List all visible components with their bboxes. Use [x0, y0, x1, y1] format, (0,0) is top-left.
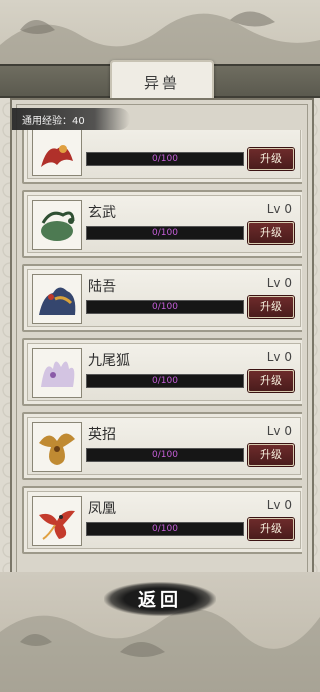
progress-text: 0/100: [152, 524, 178, 534]
beast-list[interactable]: 0/100 升级 玄武 Lv 0 0/100 升级 陆吾 Lv 0 0/100 …: [22, 130, 302, 570]
progress-bar: 0/100: [86, 448, 244, 462]
progress-text: 0/100: [152, 154, 178, 164]
ninetail-fox-portrait-icon: [41, 361, 75, 387]
upgrade-button[interactable]: 升级: [248, 222, 294, 244]
beast-thumbnail: [32, 496, 82, 546]
beast-portrait-icon: [41, 145, 73, 167]
progress-bar: 0/100: [86, 152, 244, 166]
beast-name: 玄武: [88, 205, 116, 221]
progress-bar: 0/100: [86, 300, 244, 314]
beast-thumbnail: [32, 130, 82, 176]
beast-name: 陆吾: [88, 279, 116, 295]
beast-name: 九尾狐: [88, 353, 130, 369]
upgrade-button[interactable]: 升级: [248, 370, 294, 392]
beast-level: Lv 0: [266, 424, 292, 438]
luwu-portrait-icon: [39, 287, 76, 315]
beast-card: 英招 Lv 0 0/100 升级: [22, 412, 302, 480]
beast-thumbnail: [32, 348, 82, 398]
beast-level: Lv 0: [266, 498, 292, 512]
exp-label: 通用经验：40: [22, 115, 85, 127]
progress-bar: 0/100: [86, 522, 244, 536]
beast-card: 凤凰 Lv 0 0/100 升级: [22, 486, 302, 554]
progress-bar: 0/100: [86, 374, 244, 388]
upgrade-button[interactable]: 升级: [248, 148, 294, 170]
beast-thumbnail: [32, 274, 82, 324]
back-button[interactable]: 返回: [104, 582, 216, 616]
back-label: 返回: [138, 590, 182, 611]
beast-thumbnail: [32, 422, 82, 472]
beast-card: 玄武 Lv 0 0/100 升级: [22, 190, 302, 258]
xuanwu-portrait-icon: [41, 211, 75, 241]
upgrade-button[interactable]: 升级: [248, 444, 294, 466]
beast-thumbnail: [32, 200, 82, 250]
progress-bar: 0/100: [86, 226, 244, 240]
beast-level: Lv 0: [266, 202, 292, 216]
exp-badge: 通用经验：40: [12, 108, 130, 130]
progress-text: 0/100: [152, 376, 178, 386]
yingzhao-portrait-icon: [39, 433, 75, 465]
beast-level: Lv 0: [266, 276, 292, 290]
title-bar: 异兽: [0, 60, 320, 104]
upgrade-button[interactable]: 升级: [248, 518, 294, 540]
beast-card: 0/100 升级: [22, 130, 302, 184]
progress-text: 0/100: [152, 302, 178, 312]
progress-text: 0/100: [152, 228, 178, 238]
page-title: 异兽: [143, 73, 180, 92]
beast-card: 陆吾 Lv 0 0/100 升级: [22, 264, 302, 332]
beast-card: 九尾狐 Lv 0 0/100 升级: [22, 338, 302, 406]
upgrade-button[interactable]: 升级: [248, 296, 294, 318]
phoenix-portrait-icon: [39, 510, 75, 540]
progress-text: 0/100: [152, 450, 178, 460]
beast-name: 凤凰: [88, 501, 116, 517]
beast-level: Lv 0: [266, 350, 292, 364]
beast-name: 英招: [88, 427, 116, 443]
